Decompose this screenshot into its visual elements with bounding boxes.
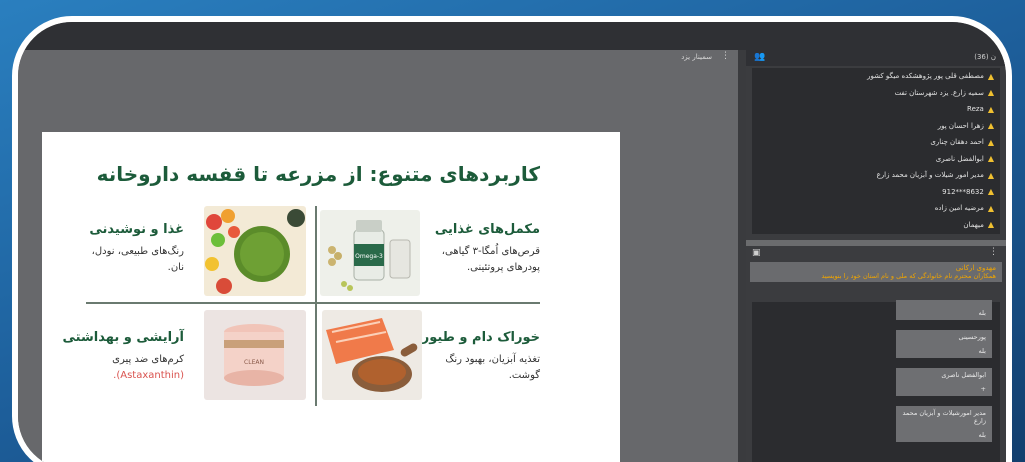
- participant-row[interactable]: احمد دهقان چناری ▲: [752, 134, 1000, 151]
- salmon-image: [322, 310, 422, 400]
- chat-message-text: بله: [978, 431, 986, 439]
- participant-row[interactable]: مصطفی قلی پور پژوهشکده میگو کشور ▲: [752, 68, 1000, 85]
- pinned-message: مهدوی ارکانی همکاران محترم نام خانوادگی …: [750, 262, 1002, 282]
- pinned-message-text: همکاران محترم نام خانوادگی که ملی و نام …: [821, 272, 996, 280]
- chat-message-text: بله: [978, 347, 986, 355]
- participant-name: مرضیه امین زاده: [934, 204, 984, 213]
- top-bar: [18, 22, 1006, 50]
- participants-header: 👥 ن (36): [746, 50, 1006, 66]
- chat-header: ▣ ⋮: [746, 246, 1006, 262]
- user-icon: ▲: [987, 187, 994, 197]
- supplements-text: قرص‌های اُمگا-۳ گیاهی، پودرهای پروتئینی.: [441, 246, 540, 273]
- chat-panel: ▣ ⋮ مهدوی ارکانی همکاران محترم نام خانوا…: [746, 246, 1006, 462]
- participant-name: مدیر امور شیلات و آبزیان محمد زارع: [876, 171, 984, 180]
- user-icon: ▲: [987, 220, 994, 230]
- chat-message-sender: مدیر امورشیلات و آبزیان محمد زارع: [902, 409, 987, 425]
- cosmetics-title: آرایشی و بهداشتی: [62, 330, 184, 345]
- user-icon: ▲: [987, 104, 994, 114]
- feed-text: تغذیه آبزیان، بهبود رنگ گوشت.: [445, 354, 540, 381]
- pinned-message-sender: مهدوی ارکانی: [955, 264, 996, 272]
- participant-name: میهمان: [963, 220, 984, 229]
- chat-message-text: بله: [978, 309, 986, 317]
- cream-jar-image: CLEAN: [204, 310, 306, 400]
- chat-messages: بله پورحسینی بله ابوالفضل ناصری + مدیر امورشی…: [752, 300, 1000, 462]
- participant-row[interactable]: Reza ▲: [752, 101, 1000, 118]
- slide-title: کاربردهای متنوع: از مزرعه تا قفسه داروخا…: [96, 162, 540, 186]
- presentation-slide: کاربردهای متنوع: از مزرعه تا قفسه داروخا…: [42, 132, 620, 462]
- participants-panel: 👥 ن (36) مصطفی قلی پور پژوهشکده میگو کشو…: [746, 50, 1006, 240]
- bottle-label: Omega-3: [355, 253, 383, 260]
- user-icon: ▲: [987, 88, 994, 98]
- participants-count: ن (36): [974, 53, 996, 61]
- more-options-icon[interactable]: ⋮: [721, 51, 730, 61]
- chat-message: ابوالفضل ناصری +: [896, 368, 992, 396]
- participant-name: سمیه زارع. یزد شهرستان تفت: [894, 88, 984, 97]
- participant-row[interactable]: مدیر امور شیلات و آبزیان محمد زارع ▲: [752, 167, 1000, 184]
- chat-message-sender: ابوالفضل ناصری: [941, 371, 986, 379]
- user-icon: ▲: [987, 137, 994, 147]
- user-icon: ▲: [987, 170, 994, 180]
- participant-name: احمد دهقان چناری: [930, 138, 984, 147]
- participant-row[interactable]: میهمان ▲: [752, 217, 1000, 234]
- cosmetics-text: کرم‌های ضد پیری (Astaxanthin).: [74, 352, 184, 384]
- participant-name: Reza: [967, 105, 984, 114]
- presentation-title: سمینار یزد: [681, 53, 712, 61]
- jar-label: CLEAN: [244, 359, 264, 366]
- supplements-image: Omega-3: [320, 210, 420, 296]
- screen-frame: سمینار یزد ⋮ کاربردهای متنوع: از مزرعه ت…: [12, 16, 1012, 462]
- user-icon: ▲: [987, 203, 994, 213]
- chat-message: مدیر امورشیلات و آبزیان محمد زارع بله: [896, 406, 992, 442]
- cosmetics-text-highlight: (Astaxanthin).: [113, 370, 184, 381]
- participant-row[interactable]: 912***8632 ▲: [752, 184, 1000, 201]
- user-icon: ▲: [987, 71, 994, 81]
- food-text: رنگ‌های طبیعی، نودل، نان.: [91, 246, 184, 273]
- participant-row[interactable]: سمیه زارع. یزد شهرستان تفت ▲: [752, 85, 1000, 102]
- user-icon: ▲: [987, 121, 994, 131]
- cosmetics-text-main: کرم‌های ضد پیری: [112, 354, 184, 365]
- food-image: [204, 206, 306, 296]
- supplements-title: مکمل‌های غذایی: [434, 222, 540, 237]
- chat-icon: ▣: [752, 248, 761, 258]
- chat-message-text: +: [980, 385, 986, 393]
- user-icon: ▲: [987, 154, 994, 164]
- feed-title: خوراک دام و طیور: [421, 330, 540, 345]
- participant-name: زهرا احسان پور: [937, 121, 984, 130]
- participant-name: مصطفی قلی پور پژوهشکده میگو کشور: [867, 72, 984, 81]
- participants-list: مصطفی قلی پور پژوهشکده میگو کشور ▲ سمیه زا…: [752, 68, 1000, 234]
- chat-more-options-icon[interactable]: ⋮: [989, 247, 998, 257]
- presentation-header: سمینار یزد ⋮: [18, 50, 738, 66]
- slide-horizontal-divider: [86, 302, 540, 304]
- participant-row[interactable]: زهرا احسان پور ▲: [752, 118, 1000, 135]
- chat-message: بله: [896, 300, 992, 320]
- panel-divider: [738, 50, 746, 462]
- food-title: غذا و نوشیدنی: [89, 222, 184, 237]
- chat-message: پورحسینی بله: [896, 330, 992, 358]
- participant-name: 912***8632: [942, 187, 984, 196]
- participant-name: ابوالفضل ناصری: [935, 154, 984, 163]
- users-icon: 👥: [754, 52, 766, 62]
- chat-message-sender: پورحسینی: [958, 333, 986, 341]
- participant-row[interactable]: مرضیه امین زاده ▲: [752, 200, 1000, 217]
- participant-row[interactable]: ابوالفضل ناصری ▲: [752, 151, 1000, 168]
- presentation-area: سمینار یزد ⋮ کاربردهای متنوع: از مزرعه ت…: [18, 50, 738, 462]
- slide-vertical-divider: [315, 206, 317, 406]
